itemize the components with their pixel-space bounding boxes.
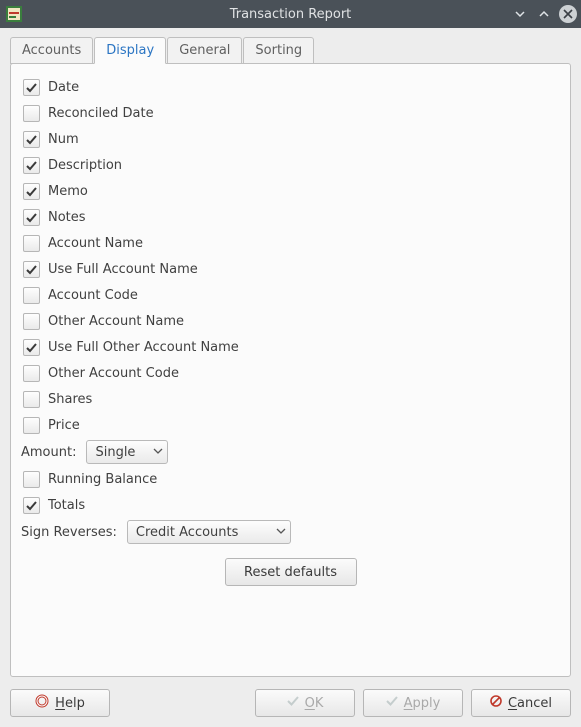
cancel-button[interactable]: Cancel <box>471 689 571 717</box>
minimize-button[interactable] <box>511 5 529 23</box>
display-panel: Date Reconciled Date Num Description Mem… <box>10 63 571 677</box>
checkbox[interactable] <box>23 209 40 226</box>
tab-label: General <box>179 43 230 58</box>
amount-label: Amount: <box>21 445 76 460</box>
option-label: Use Full Account Name <box>48 262 198 277</box>
option-description[interactable]: Description <box>21 152 560 178</box>
button-bar: Help OK Apply Cancel <box>0 683 581 727</box>
amount-row: Amount: Single <box>21 438 560 466</box>
button-label: Cancel <box>508 696 552 711</box>
check-icon <box>287 695 299 711</box>
option-other-account-name[interactable]: Other Account Name <box>21 308 560 334</box>
option-label: Description <box>48 158 122 173</box>
maximize-button[interactable] <box>535 5 553 23</box>
amount-select[interactable]: Single <box>86 440 168 464</box>
option-memo[interactable]: Memo <box>21 178 560 204</box>
checkbox[interactable] <box>23 105 40 122</box>
checkbox[interactable] <box>23 157 40 174</box>
option-label: Notes <box>48 210 86 225</box>
option-label: Num <box>48 132 79 147</box>
option-label: Shares <box>48 392 92 407</box>
option-other-account-code[interactable]: Other Account Code <box>21 360 560 386</box>
option-label: Totals <box>48 498 85 513</box>
cancel-icon <box>490 695 502 711</box>
chevron-down-icon <box>276 525 286 540</box>
button-label: Apply <box>404 696 441 711</box>
option-totals[interactable]: Totals <box>21 492 560 518</box>
option-label: Date <box>48 80 79 95</box>
tabstrip: Accounts Display General Sorting <box>0 28 581 63</box>
tab-accounts[interactable]: Accounts <box>10 37 93 64</box>
checkbox[interactable] <box>23 471 40 488</box>
option-price[interactable]: Price <box>21 412 560 438</box>
checkbox[interactable] <box>23 235 40 252</box>
display-panel-inner: Date Reconciled Date Num Description Mem… <box>21 74 560 666</box>
check-icon <box>386 695 398 711</box>
help-button[interactable]: Help <box>10 689 110 717</box>
app-icon <box>6 6 22 22</box>
option-label: Account Code <box>48 288 138 303</box>
option-account-code[interactable]: Account Code <box>21 282 560 308</box>
checkbox[interactable] <box>23 339 40 356</box>
titlebar: Transaction Report <box>0 0 581 28</box>
tab-display[interactable]: Display <box>94 37 166 64</box>
option-use-full-other-account-name[interactable]: Use Full Other Account Name <box>21 334 560 360</box>
option-label: Running Balance <box>48 472 157 487</box>
checkbox[interactable] <box>23 497 40 514</box>
option-label: Reconciled Date <box>48 106 154 121</box>
sign-reverses-row: Sign Reverses: Credit Accounts <box>21 518 560 546</box>
tab-label: Accounts <box>22 43 81 58</box>
checkbox[interactable] <box>23 183 40 200</box>
chevron-down-icon <box>153 445 163 460</box>
button-label: Reset defaults <box>244 565 337 580</box>
checkbox[interactable] <box>23 261 40 278</box>
tab-label: Display <box>106 43 154 58</box>
option-label: Other Account Name <box>48 314 184 329</box>
option-label: Memo <box>48 184 88 199</box>
ok-button[interactable]: OK <box>255 689 355 717</box>
option-shares[interactable]: Shares <box>21 386 560 412</box>
button-label: Help <box>55 696 85 711</box>
checkbox[interactable] <box>23 417 40 434</box>
window-controls <box>511 0 577 28</box>
sign-reverses-value: Credit Accounts <box>136 525 239 540</box>
tab-sorting[interactable]: Sorting <box>243 37 314 64</box>
help-icon <box>35 694 49 712</box>
option-reconciled-date[interactable]: Reconciled Date <box>21 100 560 126</box>
checkbox[interactable] <box>23 131 40 148</box>
checkbox[interactable] <box>23 313 40 330</box>
sign-reverses-label: Sign Reverses: <box>21 525 117 540</box>
sign-reverses-select[interactable]: Credit Accounts <box>127 520 291 544</box>
option-label: Price <box>48 418 80 433</box>
option-use-full-account-name[interactable]: Use Full Account Name <box>21 256 560 282</box>
option-date[interactable]: Date <box>21 74 560 100</box>
apply-button[interactable]: Apply <box>363 689 463 717</box>
checkbox[interactable] <box>23 365 40 382</box>
reset-defaults-row: Reset defaults <box>21 546 560 586</box>
option-label: Other Account Code <box>48 366 179 381</box>
option-label: Account Name <box>48 236 143 251</box>
tab-label: Sorting <box>255 43 302 58</box>
reset-defaults-button[interactable]: Reset defaults <box>225 558 357 586</box>
button-label: OK <box>305 696 324 711</box>
option-account-name[interactable]: Account Name <box>21 230 560 256</box>
window-title: Transaction Report <box>0 7 581 22</box>
checkbox[interactable] <box>23 391 40 408</box>
tab-general[interactable]: General <box>167 37 242 64</box>
option-running-balance[interactable]: Running Balance <box>21 466 560 492</box>
amount-value: Single <box>95 445 135 460</box>
checkbox[interactable] <box>23 287 40 304</box>
close-button[interactable] <box>559 5 577 23</box>
option-notes[interactable]: Notes <box>21 204 560 230</box>
checkbox[interactable] <box>23 79 40 96</box>
option-label: Use Full Other Account Name <box>48 340 239 355</box>
dialog-body: Accounts Display General Sorting Date Re… <box>0 28 581 727</box>
option-num[interactable]: Num <box>21 126 560 152</box>
